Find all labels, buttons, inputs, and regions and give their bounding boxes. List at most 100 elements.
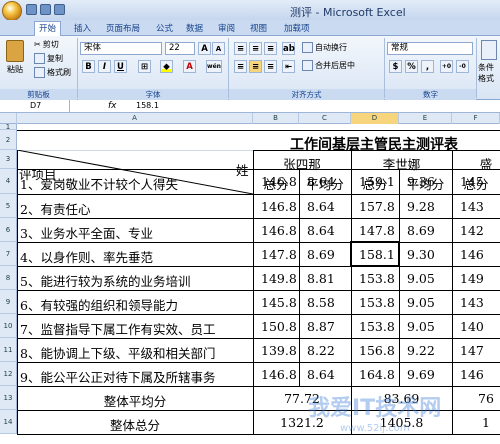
name-box[interactable]: D7 (0, 100, 70, 113)
score-cell[interactable]: 164.8 (359, 367, 399, 382)
tab-review[interactable]: 审阅 (218, 22, 235, 36)
tab-addins[interactable]: 加载项 (284, 22, 310, 36)
score-cell[interactable]: 149 (460, 271, 500, 286)
row-header[interactable]: 2 (0, 130, 17, 150)
paste-button[interactable]: 粘贴 (6, 40, 24, 75)
score-cell[interactable]: 145.8 (261, 295, 299, 310)
align-right-button[interactable]: ≡ (264, 60, 277, 73)
increase-decimal-button[interactable]: +0 (440, 60, 453, 73)
column-header-a[interactable]: A (17, 113, 253, 124)
font-size-select[interactable]: 22 (165, 42, 195, 55)
row-header[interactable]: 13 (0, 386, 17, 410)
format-painter-button[interactable]: 格式刷 (34, 67, 71, 78)
tab-data[interactable]: 数据 (186, 22, 203, 36)
currency-button[interactable]: $ (389, 60, 402, 73)
score-cell[interactable]: 146.8 (261, 174, 299, 189)
score-cell[interactable]: 8.69 (307, 247, 351, 262)
column-header-b[interactable]: B (253, 113, 299, 124)
redo-icon[interactable] (54, 4, 65, 15)
align-center-button[interactable]: ≡ (249, 60, 262, 73)
undo-icon[interactable] (40, 4, 51, 15)
fill-color-button[interactable]: ◆ (160, 60, 173, 73)
score-cell[interactable]: 9.36 (407, 174, 452, 189)
tab-home[interactable]: 开始 (34, 21, 62, 37)
score-cell[interactable]: 147.8 (359, 223, 399, 238)
italic-button[interactable]: I (98, 60, 111, 73)
score-cell[interactable]: 139.8 (261, 343, 299, 358)
score-cell[interactable]: 9.05 (407, 271, 452, 286)
score-cell[interactable]: 143 (460, 295, 500, 310)
bold-button[interactable]: B (82, 60, 95, 73)
score-cell[interactable]: 146 (460, 247, 500, 262)
score-cell[interactable]: 8.81 (307, 271, 351, 286)
row-header[interactable]: 14 (0, 410, 17, 434)
score-cell[interactable]: 145 (460, 174, 500, 189)
score-cell[interactable]: 147.8 (261, 247, 299, 262)
number-format-select[interactable]: 常规 (387, 42, 473, 55)
row-header[interactable]: 7 (0, 242, 17, 266)
score-cell[interactable]: 159.1 (359, 174, 399, 189)
score-cell[interactable]: 146 (460, 367, 500, 382)
score-cell[interactable]: 8.58 (307, 295, 351, 310)
score-cell[interactable]: 140 (460, 319, 500, 334)
score-cell[interactable]: 142 (460, 223, 500, 238)
score-cell[interactable]: 146.8 (261, 223, 299, 238)
score-cell[interactable]: 9.05 (407, 295, 452, 310)
score-cell[interactable]: 146.8 (261, 367, 299, 382)
tab-insert[interactable]: 插入 (74, 22, 91, 36)
score-cell[interactable]: 156.8 (359, 343, 399, 358)
score-cell[interactable]: 9.30 (407, 247, 452, 262)
score-cell[interactable]: 9.05 (407, 319, 452, 334)
selected-cell[interactable] (350, 241, 400, 267)
merge-center-button[interactable]: 合并后居中 (302, 60, 355, 71)
score-cell[interactable]: 157.8 (359, 199, 399, 214)
align-top-button[interactable]: ≡ (234, 42, 247, 55)
score-cell[interactable]: 8.87 (307, 319, 351, 334)
score-cell[interactable]: 9.69 (407, 367, 452, 382)
column-header-c[interactable]: C (299, 113, 351, 124)
row-header[interactable]: 5 (0, 194, 17, 218)
score-cell[interactable]: 150.8 (261, 319, 299, 334)
wrap-text-button[interactable]: 自动换行 (302, 42, 347, 53)
tab-page-layout[interactable]: 页面布局 (106, 22, 140, 36)
comma-button[interactable]: , (421, 60, 434, 73)
score-cell[interactable]: 8.22 (307, 343, 351, 358)
score-cell[interactable]: 153.8 (359, 319, 399, 334)
cut-button[interactable]: ✂ 剪切 (34, 39, 59, 50)
row-header[interactable]: 10 (0, 314, 17, 338)
row-header[interactable]: 8 (0, 266, 17, 290)
tab-view[interactable]: 视图 (250, 22, 267, 36)
score-cell[interactable]: 8.64 (307, 367, 351, 382)
row-header[interactable]: 11 (0, 338, 17, 362)
row-header[interactable]: 9 (0, 290, 17, 314)
score-cell[interactable]: 149.8 (261, 271, 299, 286)
score-cell[interactable]: 8.64 (307, 174, 351, 189)
save-icon[interactable] (26, 4, 37, 15)
score-cell[interactable]: 143 (460, 199, 500, 214)
score-cell[interactable]: 8.69 (407, 223, 452, 238)
office-button[interactable] (2, 1, 22, 21)
font-color-button[interactable]: A (183, 60, 196, 73)
column-header-f[interactable]: F (452, 113, 500, 124)
tab-formulas[interactable]: 公式 (156, 22, 173, 36)
score-cell[interactable]: 8.64 (307, 199, 351, 214)
column-header-e[interactable]: E (399, 113, 452, 124)
percent-button[interactable]: % (405, 60, 418, 73)
align-middle-button[interactable]: ≡ (249, 42, 262, 55)
score-cell[interactable]: 146.8 (261, 199, 299, 214)
underline-button[interactable]: U (114, 60, 127, 73)
font-name-select[interactable]: 宋体 (80, 42, 162, 55)
score-cell[interactable]: 9.28 (407, 199, 452, 214)
decrease-indent-button[interactable]: ⇤ (282, 60, 295, 73)
score-cell[interactable]: 147 (460, 343, 500, 358)
align-left-button[interactable]: ≡ (234, 60, 247, 73)
decrease-decimal-button[interactable]: -0 (456, 60, 469, 73)
score-cell[interactable]: 8.64 (307, 223, 351, 238)
row-header[interactable]: 3 (0, 150, 17, 169)
fx-icon[interactable]: fx (108, 100, 117, 112)
score-cell[interactable]: 153.8 (359, 271, 399, 286)
row-header[interactable]: 12 (0, 362, 17, 386)
grow-font-button[interactable]: A (198, 42, 211, 55)
formula-input[interactable]: 158.1 (136, 100, 159, 112)
align-bottom-button[interactable]: ≡ (264, 42, 277, 55)
